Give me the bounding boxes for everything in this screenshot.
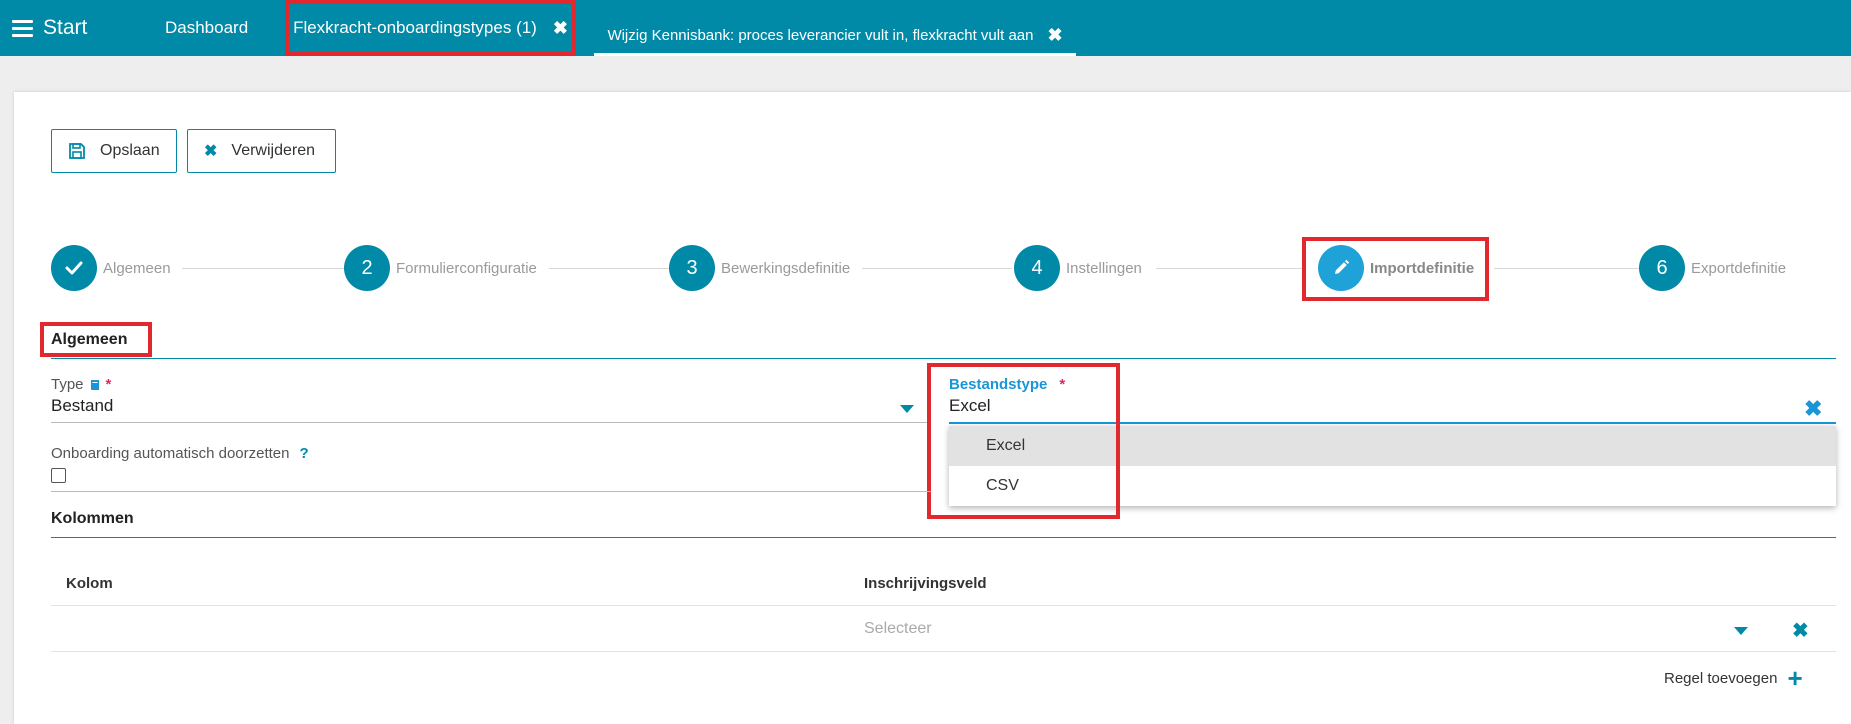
help-icon[interactable]: ? bbox=[299, 445, 308, 462]
delete-row-icon[interactable]: ✖ bbox=[1792, 618, 1809, 643]
add-row-button[interactable]: Regel toevoegen + bbox=[1664, 665, 1803, 691]
auto-underline bbox=[51, 491, 931, 492]
step-label: Algemeen bbox=[103, 259, 171, 277]
tab-label: Wijzig Kennisbank: proces leverancier vu… bbox=[607, 27, 1034, 44]
bestandstype-underline bbox=[949, 422, 1836, 424]
table-row-divider bbox=[51, 651, 1836, 652]
save-button[interactable]: Opslaan bbox=[51, 129, 177, 173]
save-icon bbox=[69, 143, 85, 159]
step-label: Instellingen bbox=[1066, 259, 1142, 277]
bestandstype-dropdown: Excel CSV bbox=[949, 426, 1836, 506]
tab-wijzig-kennisbank[interactable]: Wijzig Kennisbank: proces leverancier vu… bbox=[594, 18, 1076, 56]
step-bewerkingsdefinitie[interactable]: 3 Bewerkingsdefinitie bbox=[669, 245, 850, 291]
step-circle[interactable]: 4 bbox=[1014, 245, 1060, 291]
column-header-kolom: Kolom bbox=[66, 575, 113, 592]
step-circle[interactable] bbox=[51, 245, 97, 291]
tab-dashboard[interactable]: Dashboard bbox=[165, 0, 248, 56]
step-instellingen[interactable]: 4 Instellingen bbox=[1014, 245, 1142, 291]
close-icon[interactable]: ✖ bbox=[1047, 25, 1062, 46]
step-label: Importdefinitie bbox=[1370, 259, 1475, 277]
inschrijvingsveld-select[interactable]: Selecteer bbox=[864, 620, 932, 638]
check-icon bbox=[65, 261, 83, 275]
auto-label-text: Onboarding automatisch doorzetten bbox=[51, 445, 290, 462]
step-exportdefinitie[interactable]: 6 Exportdefinitie bbox=[1639, 245, 1786, 291]
top-bar: Start Dashboard Flexkracht-onboardingsty… bbox=[0, 0, 1851, 56]
tab-label: Dashboard bbox=[165, 18, 249, 37]
pencil-icon bbox=[1335, 259, 1350, 274]
start-label: Start bbox=[43, 16, 88, 39]
type-label: Type * bbox=[51, 376, 111, 393]
step-circle[interactable]: 2 bbox=[344, 245, 390, 291]
column-header-inschrijvingsveld: Inschrijvingsveld bbox=[864, 575, 987, 592]
dropdown-option-excel[interactable]: Excel bbox=[949, 426, 1836, 466]
clear-icon[interactable]: ✖ bbox=[1804, 396, 1822, 422]
section-title-algemeen: Algemeen bbox=[51, 331, 128, 348]
step-connector bbox=[182, 268, 346, 269]
bestandstype-label: Bestandstype * bbox=[949, 376, 1065, 393]
save-label: Opslaan bbox=[100, 142, 160, 159]
section-divider bbox=[51, 358, 1836, 359]
step-algemeen[interactable]: Algemeen bbox=[51, 245, 171, 291]
step-label: Formulierconfiguratie bbox=[396, 259, 537, 277]
step-circle[interactable]: 6 bbox=[1639, 245, 1685, 291]
step-formulierconfiguratie[interactable]: 2 Formulierconfiguratie bbox=[344, 245, 537, 291]
bestandstype-input[interactable]: Excel bbox=[949, 396, 991, 416]
step-connector bbox=[549, 268, 669, 269]
bestandstype-label-text: Bestandstype bbox=[949, 376, 1048, 393]
type-underline bbox=[51, 422, 931, 423]
delete-button[interactable]: ✖ Verwijderen bbox=[187, 129, 336, 173]
main-card: Opslaan ✖ Verwijderen Algemeen 2 Formuli… bbox=[14, 92, 1851, 724]
close-icon[interactable]: ✖ bbox=[553, 18, 568, 39]
step-circle[interactable]: 3 bbox=[669, 245, 715, 291]
close-icon: ✖ bbox=[204, 143, 218, 160]
auto-checkbox[interactable] bbox=[51, 468, 66, 483]
add-row-label: Regel toevoegen bbox=[1664, 669, 1778, 687]
section-divider bbox=[51, 537, 1836, 538]
hamburger-icon bbox=[12, 19, 33, 37]
plus-icon: + bbox=[1787, 663, 1803, 693]
required-mark: * bbox=[105, 376, 112, 393]
step-connector bbox=[862, 268, 1012, 269]
delete-label: Verwijderen bbox=[231, 142, 316, 159]
section-title-kolommen: Kolommen bbox=[51, 510, 134, 527]
start-menu-button[interactable]: Start bbox=[12, 14, 87, 42]
step-label: Exportdefinitie bbox=[1691, 259, 1787, 277]
chevron-down-icon[interactable] bbox=[1734, 627, 1748, 635]
tab-flexkracht-onboardingstypes[interactable]: Flexkracht-onboardingstypes (1) ✖ bbox=[285, 0, 576, 56]
step-importdefinitie[interactable]: Importdefinitie bbox=[1318, 245, 1474, 291]
step-label: Bewerkingsdefinitie bbox=[721, 259, 851, 277]
dropdown-option-csv[interactable]: CSV bbox=[949, 466, 1836, 506]
step-circle[interactable] bbox=[1318, 245, 1364, 291]
step-connector bbox=[1156, 268, 1306, 269]
table-header-divider bbox=[51, 605, 1836, 606]
type-label-text: Type bbox=[51, 376, 84, 393]
auto-label: Onboarding automatisch doorzetten ? bbox=[51, 445, 309, 462]
type-value[interactable]: Bestand bbox=[51, 396, 113, 416]
required-mark: * bbox=[1059, 376, 1066, 393]
tab-label: Flexkracht-onboardingstypes (1) bbox=[293, 18, 537, 37]
step-connector bbox=[1494, 268, 1640, 269]
book-icon bbox=[90, 379, 99, 390]
chevron-down-icon[interactable] bbox=[900, 405, 914, 413]
